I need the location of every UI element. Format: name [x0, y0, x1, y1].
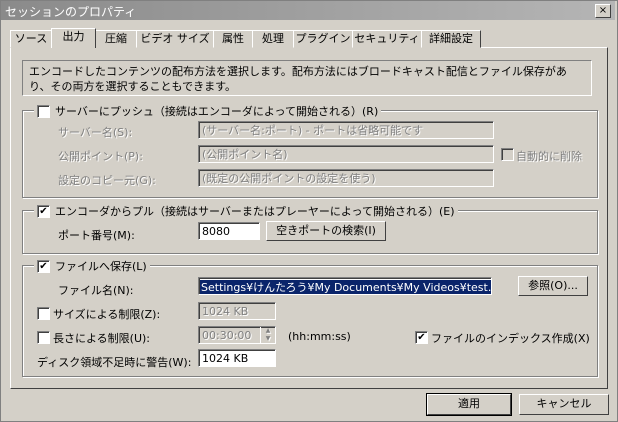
pull-label: エンコーダからプル（接続はサーバーまたはプレーヤーによって開始される）(E) — [55, 205, 455, 218]
file-option[interactable]: ✔ ファイルへ保存(L) — [34, 258, 150, 274]
browse-button[interactable]: 参照(O)... — [518, 276, 588, 296]
push-option[interactable]: サーバーにプッシュ（接続はエンコーダによって開始される）(R) — [34, 103, 382, 119]
window-title: セッションのプロパティ — [5, 5, 137, 19]
tab-output[interactable]: 出力 — [51, 28, 96, 48]
tab-compression[interactable]: 圧縮 — [95, 30, 137, 48]
index-label: ファイルのインデックス作成(X) — [431, 330, 590, 346]
apply-button[interactable]: 適用 — [426, 393, 512, 416]
tab-security[interactable]: セキュリティ — [352, 30, 422, 48]
copy-from-label: 設定のコピー元(G): — [58, 172, 156, 188]
cancel-button[interactable]: キャンセル — [519, 394, 609, 415]
publish-point-label: 公開ポイント(P): — [58, 148, 143, 164]
filename-value: Settings¥けんたろう¥My Documents¥My Videos¥te… — [200, 280, 491, 294]
pull-option[interactable]: ✔ エンコーダからプル（接続はサーバーまたはプレーヤーによって開始される）(E) — [34, 203, 458, 219]
length-limit-checkbox[interactable] — [37, 331, 50, 344]
find-port-button[interactable]: 空きポートの検索(I) — [266, 221, 386, 241]
copy-from-field[interactable]: (既定の公開ポイントの設定を使う) — [198, 169, 494, 187]
spin-down-icon[interactable]: ▼ — [261, 335, 275, 343]
tab-processing[interactable]: 処理 — [252, 30, 294, 48]
filename-label: ファイル名(N): — [58, 282, 134, 298]
disk-warning-label: ディスク領域不足時に警告(W): — [37, 354, 192, 370]
push-label: サーバーにプッシュ（接続はエンコーダによって開始される）(R) — [55, 105, 379, 118]
push-checkbox[interactable] — [37, 105, 50, 118]
server-name-field[interactable]: (サーバー名:ポート) - ポートは省略可能です — [198, 121, 494, 139]
size-limit-field[interactable]: 1024 KB — [198, 302, 276, 320]
tab-attributes[interactable]: 属性 — [213, 30, 253, 48]
description-text: エンコードしたコンテンツの配布方法を選択します。配布方法にはブロードキャスト配信… — [22, 60, 592, 96]
port-field[interactable]: 8080 — [198, 222, 260, 240]
file-label: ファイルへ保存(L) — [55, 260, 147, 273]
length-limit-label: 長さによる制限(U): — [53, 330, 151, 346]
file-checkbox[interactable]: ✔ — [37, 260, 50, 273]
pull-checkbox[interactable]: ✔ — [37, 205, 50, 218]
port-label: ポート番号(M): — [58, 227, 135, 243]
tab-video-size[interactable]: ビデオ サイズ — [136, 30, 214, 48]
length-limit-value: 00:30:00 — [202, 329, 252, 342]
auto-delete-checkbox[interactable] — [501, 148, 514, 161]
disk-warning-field[interactable]: 1024 KB — [198, 349, 276, 367]
index-checkbox[interactable]: ✔ — [415, 331, 428, 344]
server-name-label: サーバー名(S): — [58, 124, 133, 140]
size-limit-checkbox[interactable] — [37, 307, 50, 320]
title-bar[interactable]: セッションのプロパティ × — [1, 1, 615, 20]
publish-point-field[interactable]: (公開ポイント名) — [198, 145, 494, 163]
length-limit-field[interactable]: 00:30:00 ▲ ▼ — [198, 326, 276, 344]
tab-advanced[interactable]: 詳細設定 — [421, 30, 481, 48]
size-limit-label: サイズによる制限(Z): — [53, 306, 161, 322]
tab-source[interactable]: ソース — [10, 30, 52, 48]
length-spinner[interactable]: ▲ ▼ — [260, 327, 275, 343]
close-button[interactable]: × — [595, 4, 611, 18]
auto-delete-label: 自動的に削除 — [516, 148, 582, 164]
filename-field[interactable]: Settings¥けんたろう¥My Documents¥My Videos¥te… — [198, 277, 492, 295]
tab-plugins[interactable]: プラグイン — [293, 30, 353, 48]
length-format-hint: (hh:mm:ss) — [288, 330, 351, 343]
spin-up-icon[interactable]: ▲ — [261, 327, 275, 335]
